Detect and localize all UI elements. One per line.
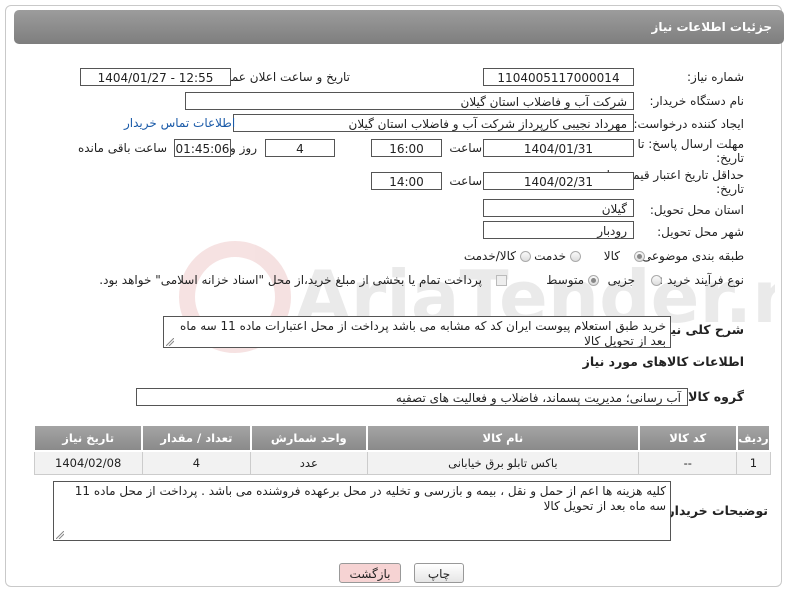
print-button[interactable]: چاپ: [414, 563, 464, 583]
col-need-date: تاریخ نیاز: [32, 424, 144, 452]
validity-date-field[interactable]: 1404/02/31: [483, 172, 634, 190]
col-name: نام کالا: [366, 424, 640, 452]
cell-need-date: 1404/02/08: [33, 450, 143, 475]
resize-grip-icon[interactable]: [166, 338, 174, 346]
treasury-payment-checkbox[interactable]: [496, 275, 507, 286]
page-title: جزئیات اطلاعات نیاز: [651, 20, 772, 34]
cell-row: 1: [736, 450, 771, 475]
creator-label: ایجاد کننده درخواست:: [633, 117, 744, 131]
need-number-label: شماره نیاز:: [687, 70, 744, 84]
resize-grip-icon[interactable]: [56, 531, 64, 539]
province-label: استان محل تحویل:: [649, 203, 744, 217]
category-option-both: کالا/خدمت: [463, 249, 516, 263]
description-text: خرید طبق استعلام پیوست ایران کد که مشابه…: [180, 319, 666, 348]
cell-quantity: 4: [141, 450, 252, 475]
creator-field[interactable]: مهرداد نجیبی کارپرداز شرکت آب و فاضلاب ا…: [233, 114, 634, 132]
city-field[interactable]: رودبار: [483, 221, 634, 239]
deadline-label: مهلت ارسال پاسخ: تا تاریخ:: [637, 137, 744, 165]
process-radio-medium[interactable]: [588, 275, 599, 286]
buyer-contact-link[interactable]: اطلاعات تماس خریدار: [124, 116, 235, 130]
cell-name: باکس تابلو برق خیابانی: [366, 450, 640, 475]
goods-group-label: گروه کالا:: [683, 389, 744, 404]
process-label: نوع فرآیند خرید :: [659, 273, 744, 287]
category-option-service: خدمت: [534, 249, 566, 263]
buyer-field[interactable]: شرکت آب و فاضلاب استان گیلان: [185, 92, 634, 110]
col-quantity: تعداد / مقدار: [141, 424, 252, 452]
goods-section-title: اطلاعات کالاهای مورد نیاز: [582, 354, 744, 369]
buyer-notes-textarea[interactable]: کلیه هزینه ها اعم از حمل و نقل ، بیمه و …: [53, 481, 671, 541]
buyer-notes-label: توضیحات خریدار:: [662, 503, 768, 518]
validity-time-label: ساعت: [449, 174, 482, 188]
process-option-medium: متوسط: [546, 273, 584, 287]
treasury-payment-note: پرداخت تمام یا بخشی از مبلغ خرید،از محل …: [99, 273, 482, 287]
validity-time-field[interactable]: 14:00: [371, 172, 442, 190]
back-button[interactable]: بازگشت: [339, 563, 401, 583]
buyer-notes-text: کلیه هزینه ها اعم از حمل و نقل ، بیمه و …: [74, 484, 666, 513]
deadline-date-field[interactable]: 1404/01/31: [483, 139, 634, 157]
days-label: روز و: [230, 141, 257, 155]
process-radio-minor[interactable]: [651, 275, 662, 286]
announce-field[interactable]: 1404/01/27 - 12:55: [80, 68, 231, 86]
remaining-label: ساعت باقی مانده: [77, 141, 167, 155]
description-textarea[interactable]: خرید طبق استعلام پیوست ایران کد که مشابه…: [163, 316, 671, 348]
cell-code: --: [638, 450, 738, 475]
category-radio-goods[interactable]: [634, 251, 645, 262]
col-row: ردیف: [735, 424, 772, 452]
col-unit: واحد شمارش: [249, 424, 369, 452]
goods-group-field[interactable]: آب رسانی؛ مدیریت پسماند، فاضلاب و فعالیت…: [136, 388, 688, 406]
remaining-time-field[interactable]: 01:45:06: [174, 139, 231, 157]
table-row[interactable]: 1 -- باکس تابلو برق خیابانی عدد 4 1404/0…: [33, 450, 771, 475]
col-code: کد کالا: [637, 424, 738, 452]
goods-table: ردیف کد کالا نام کالا واحد شمارش تعداد /…: [32, 424, 772, 475]
category-radio-both[interactable]: [520, 251, 531, 262]
days-field[interactable]: 4: [265, 139, 335, 157]
province-field[interactable]: گیلان: [483, 199, 634, 217]
page-header: جزئیات اطلاعات نیاز: [14, 10, 784, 44]
deadline-time-field[interactable]: 16:00: [371, 139, 442, 157]
need-number-field[interactable]: 1104005117000014: [483, 68, 634, 86]
city-label: شهر محل تحویل:: [657, 225, 744, 239]
deadline-time-label: ساعت: [449, 141, 482, 155]
buyer-label: نام دستگاه خریدار:: [649, 94, 745, 108]
process-option-minor: جزیی: [607, 273, 635, 287]
category-option-goods: کالا: [603, 249, 620, 263]
cell-unit: عدد: [250, 450, 368, 475]
category-radio-service[interactable]: [570, 251, 581, 262]
table-header-row: ردیف کد کالا نام کالا واحد شمارش تعداد /…: [32, 424, 772, 452]
category-label: طبقه بندی موضوعی:: [637, 249, 744, 263]
